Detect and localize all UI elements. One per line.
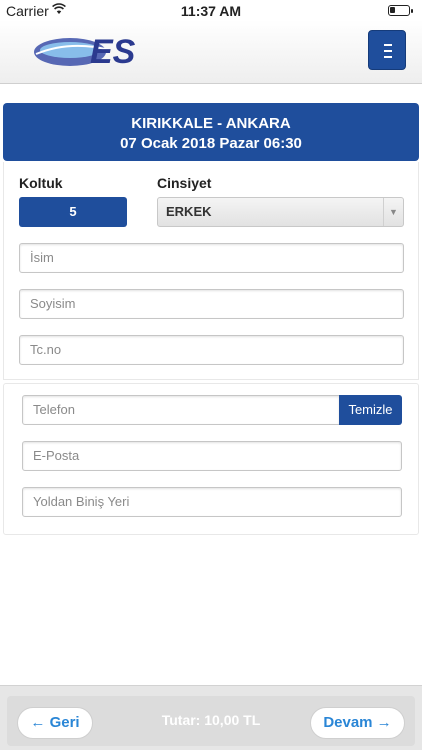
name-field[interactable]: İsim [19, 243, 404, 273]
logo-text: ES [90, 33, 136, 71]
status-bar: Carrier 11:37 AM [0, 0, 422, 20]
email-field[interactable]: E-Posta [22, 441, 402, 471]
gender-label: Cinsiyet [157, 175, 212, 191]
app-header: ES [0, 20, 422, 84]
trip-datetime: 07 Ocak 2018 Pazar 06:30 [120, 135, 302, 152]
clear-button[interactable]: Temizle [339, 395, 402, 425]
contact-card: Telefon Temizle E-Posta Yoldan Biniş Yer… [3, 383, 419, 535]
gender-select[interactable]: ERKEK ▼ [157, 197, 404, 227]
clock: 11:37 AM [180, 3, 242, 19]
phone-field[interactable]: Telefon [22, 395, 340, 425]
brand-logo: ES [34, 33, 136, 71]
seat-label: Koltuk [19, 175, 63, 191]
gender-value: ERKEK [166, 204, 212, 219]
route-title: KIRIKKALE - ANKARA [131, 115, 291, 132]
surname-field[interactable]: Soyisim [19, 289, 404, 319]
battery-icon [388, 5, 413, 16]
passenger-card: Koltuk Cinsiyet 5 ERKEK ▼ İsim Soyisim T… [3, 162, 419, 380]
continue-button[interactable]: Devam → [310, 707, 405, 739]
menu-button[interactable] [368, 30, 406, 70]
tc-number-field[interactable]: Tc.no [19, 335, 404, 365]
seat-number: 5 [19, 197, 127, 227]
chevron-down-icon: ▼ [383, 198, 403, 226]
footer-bar: ← Geri Tutar: 10,00 TL Devam → [0, 685, 422, 750]
route-banner: KIRIKKALE - ANKARA 07 Ocak 2018 Pazar 06… [3, 103, 419, 161]
boarding-point-field[interactable]: Yoldan Biniş Yeri [22, 487, 402, 517]
